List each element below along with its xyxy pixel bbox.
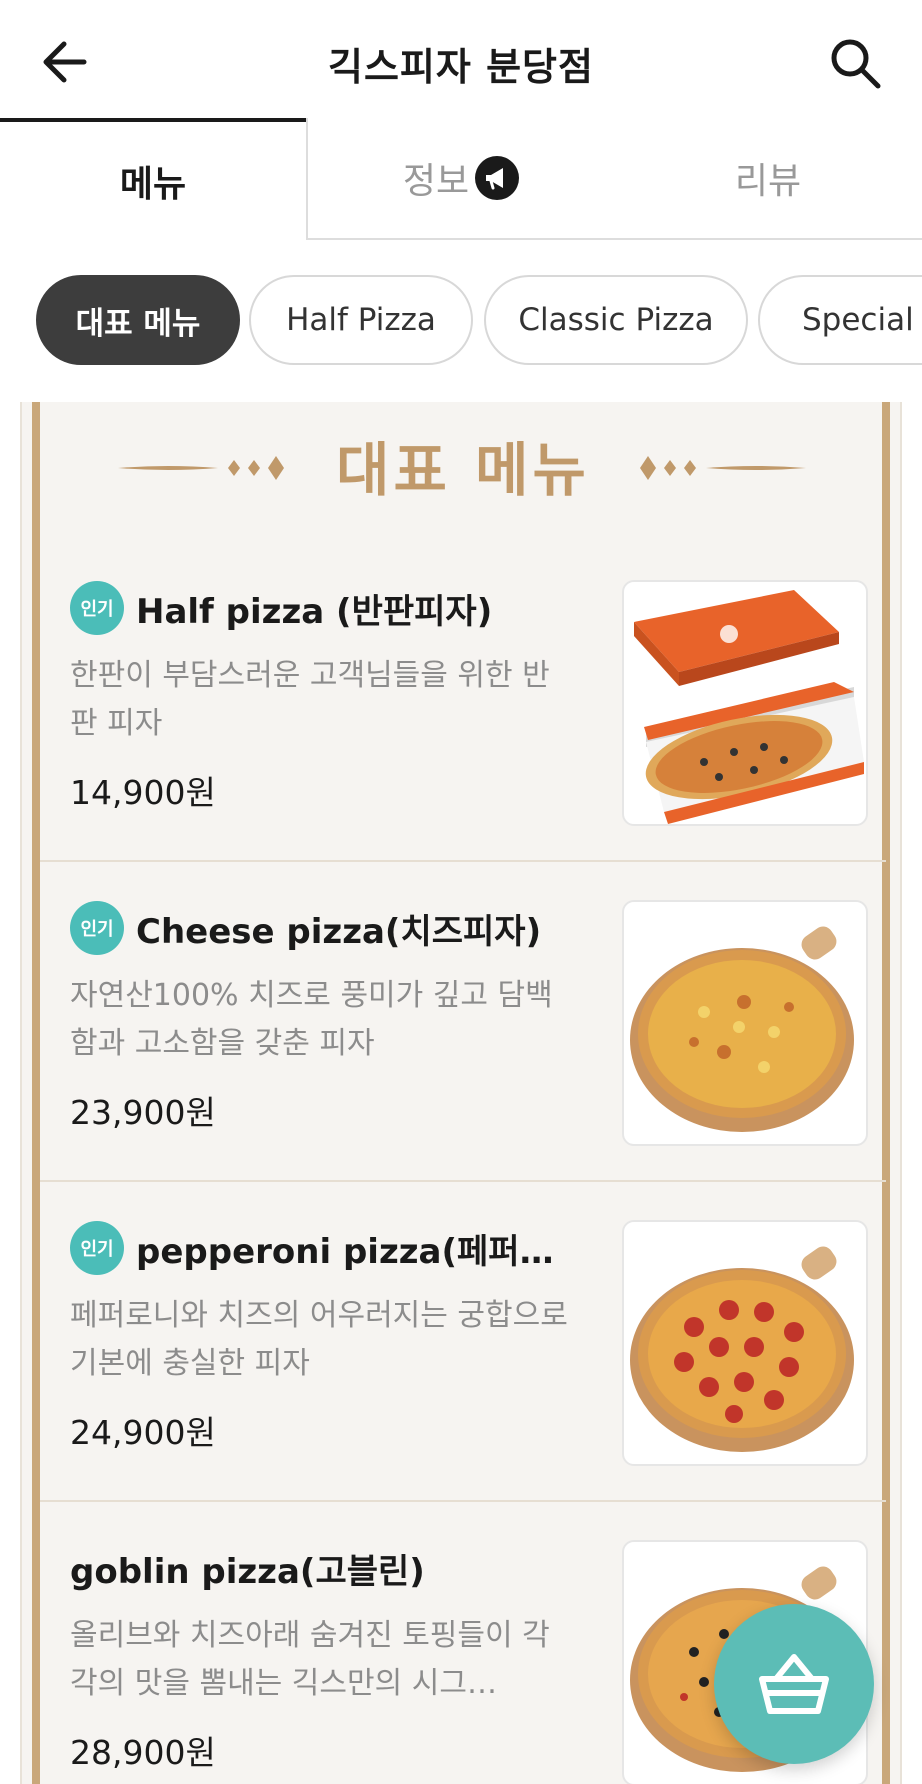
menu-item-price: 28,900원 bbox=[70, 1733, 216, 1772]
pepperoni-pizza-icon bbox=[630, 1246, 854, 1452]
chip-special-pizza[interactable]: Special p bbox=[758, 275, 922, 365]
menu-item-image bbox=[622, 900, 868, 1146]
ornament-right-icon bbox=[640, 456, 806, 480]
menu-item-description: 자연산100% 치즈로 풍미가 깊고 담백함과 고소함을 갖춘 피자 bbox=[70, 978, 553, 1061]
tab-bar: 메뉴 정보 리뷰 bbox=[0, 118, 922, 240]
popular-badge: 인기 bbox=[70, 901, 124, 955]
menu-item-info: goblin pizza(고블린) 올리브와 치즈아래 숨겨진 토핑들이 각각의… bbox=[70, 1538, 570, 1774]
tab-review-label: 리뷰 bbox=[734, 161, 802, 202]
menu-item[interactable]: 인기 Cheese pizza(치즈피자) 자연산100% 치즈로 풍미가 깊고… bbox=[40, 862, 886, 1182]
featured-title-text: 대표 메뉴 bbox=[336, 436, 590, 504]
popular-badge: 인기 bbox=[70, 581, 124, 635]
panel-border-left bbox=[32, 402, 40, 1784]
megaphone-icon bbox=[475, 156, 520, 200]
tab-menu-label: 메뉴 bbox=[119, 164, 187, 205]
cheese-pizza-icon bbox=[630, 926, 854, 1132]
ornament-left-icon bbox=[118, 456, 284, 480]
pizza-box-icon bbox=[634, 590, 864, 824]
tab-menu[interactable]: 메뉴 bbox=[0, 118, 306, 240]
tab-review[interactable]: 리뷰 bbox=[614, 118, 922, 240]
chip-half-pizza[interactable]: Half Pizza bbox=[249, 275, 473, 365]
menu-item-name-row: 인기 Cheese pizza(치즈피자) bbox=[70, 898, 570, 958]
menu-item-description: 올리브와 치즈아래 숨겨진 토핑들이 각각의 맛을 뽐내는 긱스만의 시그… bbox=[70, 1618, 550, 1701]
menu-item-image bbox=[622, 580, 868, 826]
app-header: 긱스피자 분당점 bbox=[0, 0, 922, 120]
menu-item-name: Cheese pizza(치즈피자) bbox=[136, 911, 542, 952]
menu-item-price: 24,900원 bbox=[70, 1413, 216, 1452]
menu-item-name: pepperoni pizza(페퍼로… bbox=[136, 1231, 566, 1272]
tab-info[interactable]: 정보 bbox=[306, 118, 614, 240]
menu-item[interactable]: 인기 Half pizza (반판피자) 한판이 부담스러운 고객님들을 위한 … bbox=[40, 542, 886, 862]
menu-item[interactable]: 인기 pepperoni pizza(페퍼로… 페퍼로니와 치즈의 어우러지는 … bbox=[40, 1182, 886, 1502]
menu-item-name-row: goblin pizza(고블린) bbox=[70, 1538, 570, 1598]
menu-item-image bbox=[622, 1220, 868, 1466]
menu-item-description: 페퍼로니와 치즈의 어우러지는 궁합으로 기본에 충실한 피자 bbox=[70, 1298, 568, 1381]
menu-item-info: 인기 Half pizza (반판피자) 한판이 부담스러운 고객님들을 위한 … bbox=[70, 578, 570, 814]
menu-item-info: 인기 Cheese pizza(치즈피자) 자연산100% 치즈로 풍미가 깊고… bbox=[70, 898, 570, 1134]
featured-title: 대표 메뉴 bbox=[22, 430, 904, 510]
tab-info-label: 정보 bbox=[402, 161, 470, 202]
basket-icon bbox=[759, 1654, 829, 1714]
search-button[interactable] bbox=[826, 34, 886, 94]
menu-item-price: 14,900원 bbox=[70, 773, 216, 812]
menu-item-name: goblin pizza(고블린) bbox=[70, 1551, 425, 1592]
cart-button[interactable] bbox=[714, 1604, 874, 1764]
menu-item-name: Half pizza (반판피자) bbox=[136, 591, 493, 632]
chip-classic-pizza[interactable]: Classic Pizza bbox=[484, 275, 748, 365]
chip-featured-menu[interactable]: 대표 메뉴 bbox=[36, 275, 240, 365]
menu-item-description: 한판이 부담스러운 고객님들을 위한 반판 피자 bbox=[70, 658, 550, 741]
store-title: 긱스피자 분당점 bbox=[328, 45, 594, 89]
search-icon bbox=[831, 39, 881, 89]
menu-item-name-row: 인기 Half pizza (반판피자) bbox=[70, 578, 570, 638]
menu-item-price: 23,900원 bbox=[70, 1093, 216, 1132]
popular-badge: 인기 bbox=[70, 1221, 124, 1275]
featured-menu-panel: 대표 메뉴 인기 Half pizza (반판피자) 한판이 부담스러운 고객님… bbox=[20, 402, 902, 1784]
menu-item-info: 인기 pepperoni pizza(페퍼로… 페퍼로니와 치즈의 어우러지는 … bbox=[70, 1218, 570, 1454]
category-chips: 대표 메뉴 Half Pizza Classic Pizza Special p bbox=[0, 275, 922, 367]
menu-item-name-row: 인기 pepperoni pizza(페퍼로… bbox=[70, 1218, 570, 1278]
